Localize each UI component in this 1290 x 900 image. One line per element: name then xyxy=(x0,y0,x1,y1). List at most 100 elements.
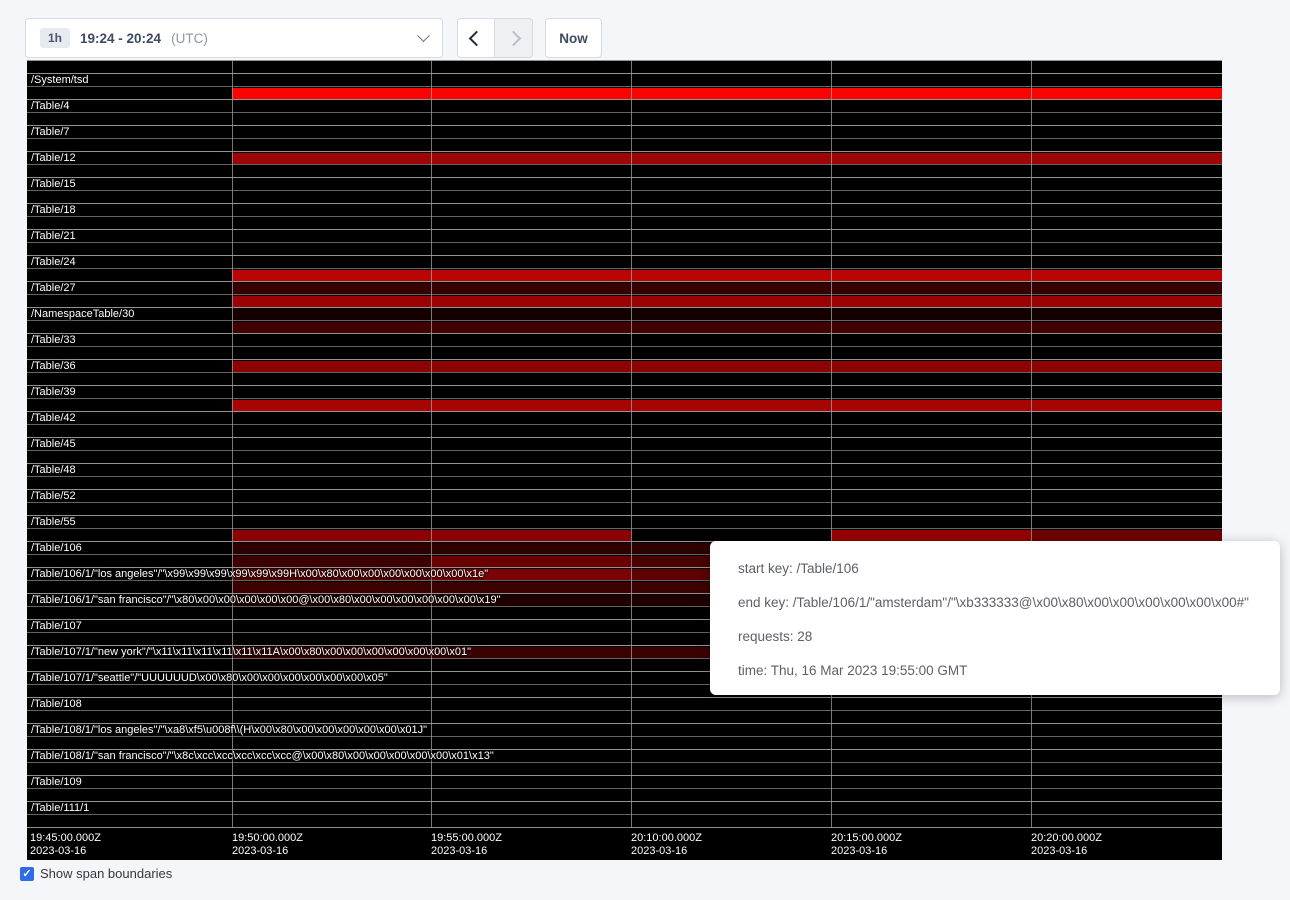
show-span-boundaries-label: Show span boundaries xyxy=(40,866,172,881)
span-row[interactable]: /Table/111/1 xyxy=(27,801,1222,827)
span-bucket[interactable] xyxy=(27,281,1222,294)
span-bucket[interactable] xyxy=(27,294,1222,307)
span-row[interactable]: /Table/24 xyxy=(27,255,1222,281)
span-bucket[interactable] xyxy=(27,203,1222,216)
span-bucket[interactable] xyxy=(27,489,1222,502)
span-row[interactable]: /Table/109 xyxy=(27,775,1222,801)
span-bucket[interactable] xyxy=(27,697,1222,710)
span-bucket[interactable] xyxy=(27,775,1222,788)
span-bucket[interactable] xyxy=(27,138,1222,151)
span-bucket[interactable] xyxy=(27,502,1222,515)
span-key-label: /NamespaceTable/30 xyxy=(31,308,134,320)
span-bucket[interactable] xyxy=(27,86,1222,99)
span-key-label: /Table/106/1/"los angeles"/"\x99\x99\x99… xyxy=(31,568,488,580)
span-row[interactable]: /Table/21 xyxy=(27,229,1222,255)
tooltip-requests: requests: 28 xyxy=(738,620,1264,654)
span-bucket[interactable] xyxy=(27,125,1222,138)
span-row[interactable]: /Table/42 xyxy=(27,411,1222,437)
span-bucket[interactable] xyxy=(27,320,1222,333)
span-bucket[interactable] xyxy=(27,255,1222,268)
span-row[interactable]: /Table/108/1/"san francisco"/"\x8c\xcc\x… xyxy=(27,749,1222,775)
span-bucket[interactable] xyxy=(27,229,1222,242)
span-bucket[interactable] xyxy=(27,801,1222,814)
span-row[interactable]: /Table/33 xyxy=(27,333,1222,359)
span-row[interactable]: /Table/36 xyxy=(27,359,1222,385)
span-key-label: /Table/52 xyxy=(31,490,76,502)
span-row[interactable]: /Table/27 xyxy=(27,281,1222,307)
span-row[interactable]: /NamespaceTable/30 xyxy=(27,307,1222,333)
span-row[interactable]: /System/tsd xyxy=(27,73,1222,99)
span-bucket[interactable] xyxy=(27,307,1222,320)
chevron-right-icon xyxy=(506,30,522,46)
time-gridline xyxy=(631,60,632,827)
span-bucket[interactable] xyxy=(27,99,1222,112)
chevron-left-icon xyxy=(468,30,484,46)
time-range-selector[interactable]: 1h 19:24 - 20:24 (UTC) xyxy=(25,18,443,58)
span-bucket[interactable] xyxy=(27,736,1222,749)
span-bucket[interactable] xyxy=(27,515,1222,528)
span-row[interactable]: /Table/48 xyxy=(27,463,1222,489)
span-bucket[interactable] xyxy=(27,762,1222,775)
heat-band xyxy=(431,530,631,541)
span-bucket[interactable] xyxy=(27,528,1222,541)
span-key-label: /Table/7 xyxy=(31,126,70,138)
span-row[interactable]: /Table/108 xyxy=(27,697,1222,723)
span-key-label: /Table/55 xyxy=(31,516,76,528)
span-bucket[interactable] xyxy=(27,463,1222,476)
span-bucket[interactable] xyxy=(27,242,1222,255)
span-row[interactable]: /Table/12 xyxy=(27,151,1222,177)
time-axis: 19:45:00.000Z2023-03-1619:50:00.000Z2023… xyxy=(27,827,1222,860)
span-bucket[interactable] xyxy=(27,450,1222,463)
time-gridline xyxy=(232,60,233,827)
now-button[interactable]: Now xyxy=(545,18,602,58)
span-bucket[interactable] xyxy=(27,333,1222,346)
span-row[interactable] xyxy=(27,60,1222,73)
span-row[interactable]: /Table/108/1/"los angeles"/"\xa8\xf5\u00… xyxy=(27,723,1222,749)
next-range-button[interactable] xyxy=(495,18,533,58)
time-gridline xyxy=(831,60,832,827)
time-tick-label: 19:55:00.000Z2023-03-16 xyxy=(431,832,502,858)
span-bucket[interactable] xyxy=(27,359,1222,372)
span-bucket[interactable] xyxy=(27,424,1222,437)
span-bucket[interactable] xyxy=(27,177,1222,190)
span-row[interactable]: /Table/15 xyxy=(27,177,1222,203)
span-bucket[interactable] xyxy=(27,164,1222,177)
span-row[interactable]: /Table/55 xyxy=(27,515,1222,541)
span-row[interactable]: /Table/39 xyxy=(27,385,1222,411)
chevron-down-icon xyxy=(417,29,430,42)
span-bucket[interactable] xyxy=(27,385,1222,398)
show-span-boundaries-checkbox[interactable]: ✓ xyxy=(20,867,34,881)
span-bucket[interactable] xyxy=(27,398,1222,411)
span-row[interactable]: /Table/7 xyxy=(27,125,1222,151)
range-text: 19:24 - 20:24 xyxy=(80,31,161,46)
span-bucket[interactable] xyxy=(27,437,1222,450)
span-key-label: /Table/36 xyxy=(31,360,76,372)
time-tick-label: 20:20:00.000Z2023-03-16 xyxy=(1031,832,1102,858)
span-row[interactable]: /Table/45 xyxy=(27,437,1222,463)
span-bucket[interactable] xyxy=(27,372,1222,385)
span-bucket[interactable] xyxy=(27,710,1222,723)
span-bucket[interactable] xyxy=(27,112,1222,125)
prev-range-button[interactable] xyxy=(457,18,495,58)
show-span-boundaries-control[interactable]: ✓ Show span boundaries xyxy=(20,866,172,881)
span-bucket[interactable] xyxy=(27,268,1222,281)
span-bucket[interactable] xyxy=(27,411,1222,424)
span-bucket[interactable] xyxy=(27,60,1222,73)
span-row[interactable]: /Table/18 xyxy=(27,203,1222,229)
heat-band xyxy=(232,400,1222,411)
span-bucket[interactable] xyxy=(27,73,1222,86)
span-bucket[interactable] xyxy=(27,216,1222,229)
span-bucket[interactable] xyxy=(27,814,1222,827)
span-bucket[interactable] xyxy=(27,788,1222,801)
span-row[interactable]: /Table/52 xyxy=(27,489,1222,515)
span-bucket[interactable] xyxy=(27,346,1222,359)
time-tick-label: 19:45:00.000Z2023-03-16 xyxy=(30,832,101,858)
span-bucket[interactable] xyxy=(27,151,1222,164)
span-row[interactable]: /Table/4 xyxy=(27,99,1222,125)
key-visualizer-heatmap[interactable]: /System/tsd/Table/4/Table/7/Table/12/Tab… xyxy=(27,60,1222,860)
heatmap-plot-area[interactable]: /System/tsd/Table/4/Table/7/Table/12/Tab… xyxy=(27,60,1222,827)
span-bucket[interactable] xyxy=(27,476,1222,489)
tooltip-end-key: end key: /Table/106/1/"amsterdam"/"\xb33… xyxy=(738,586,1264,620)
time-tick-label: 20:15:00.000Z2023-03-16 xyxy=(831,832,902,858)
span-bucket[interactable] xyxy=(27,190,1222,203)
